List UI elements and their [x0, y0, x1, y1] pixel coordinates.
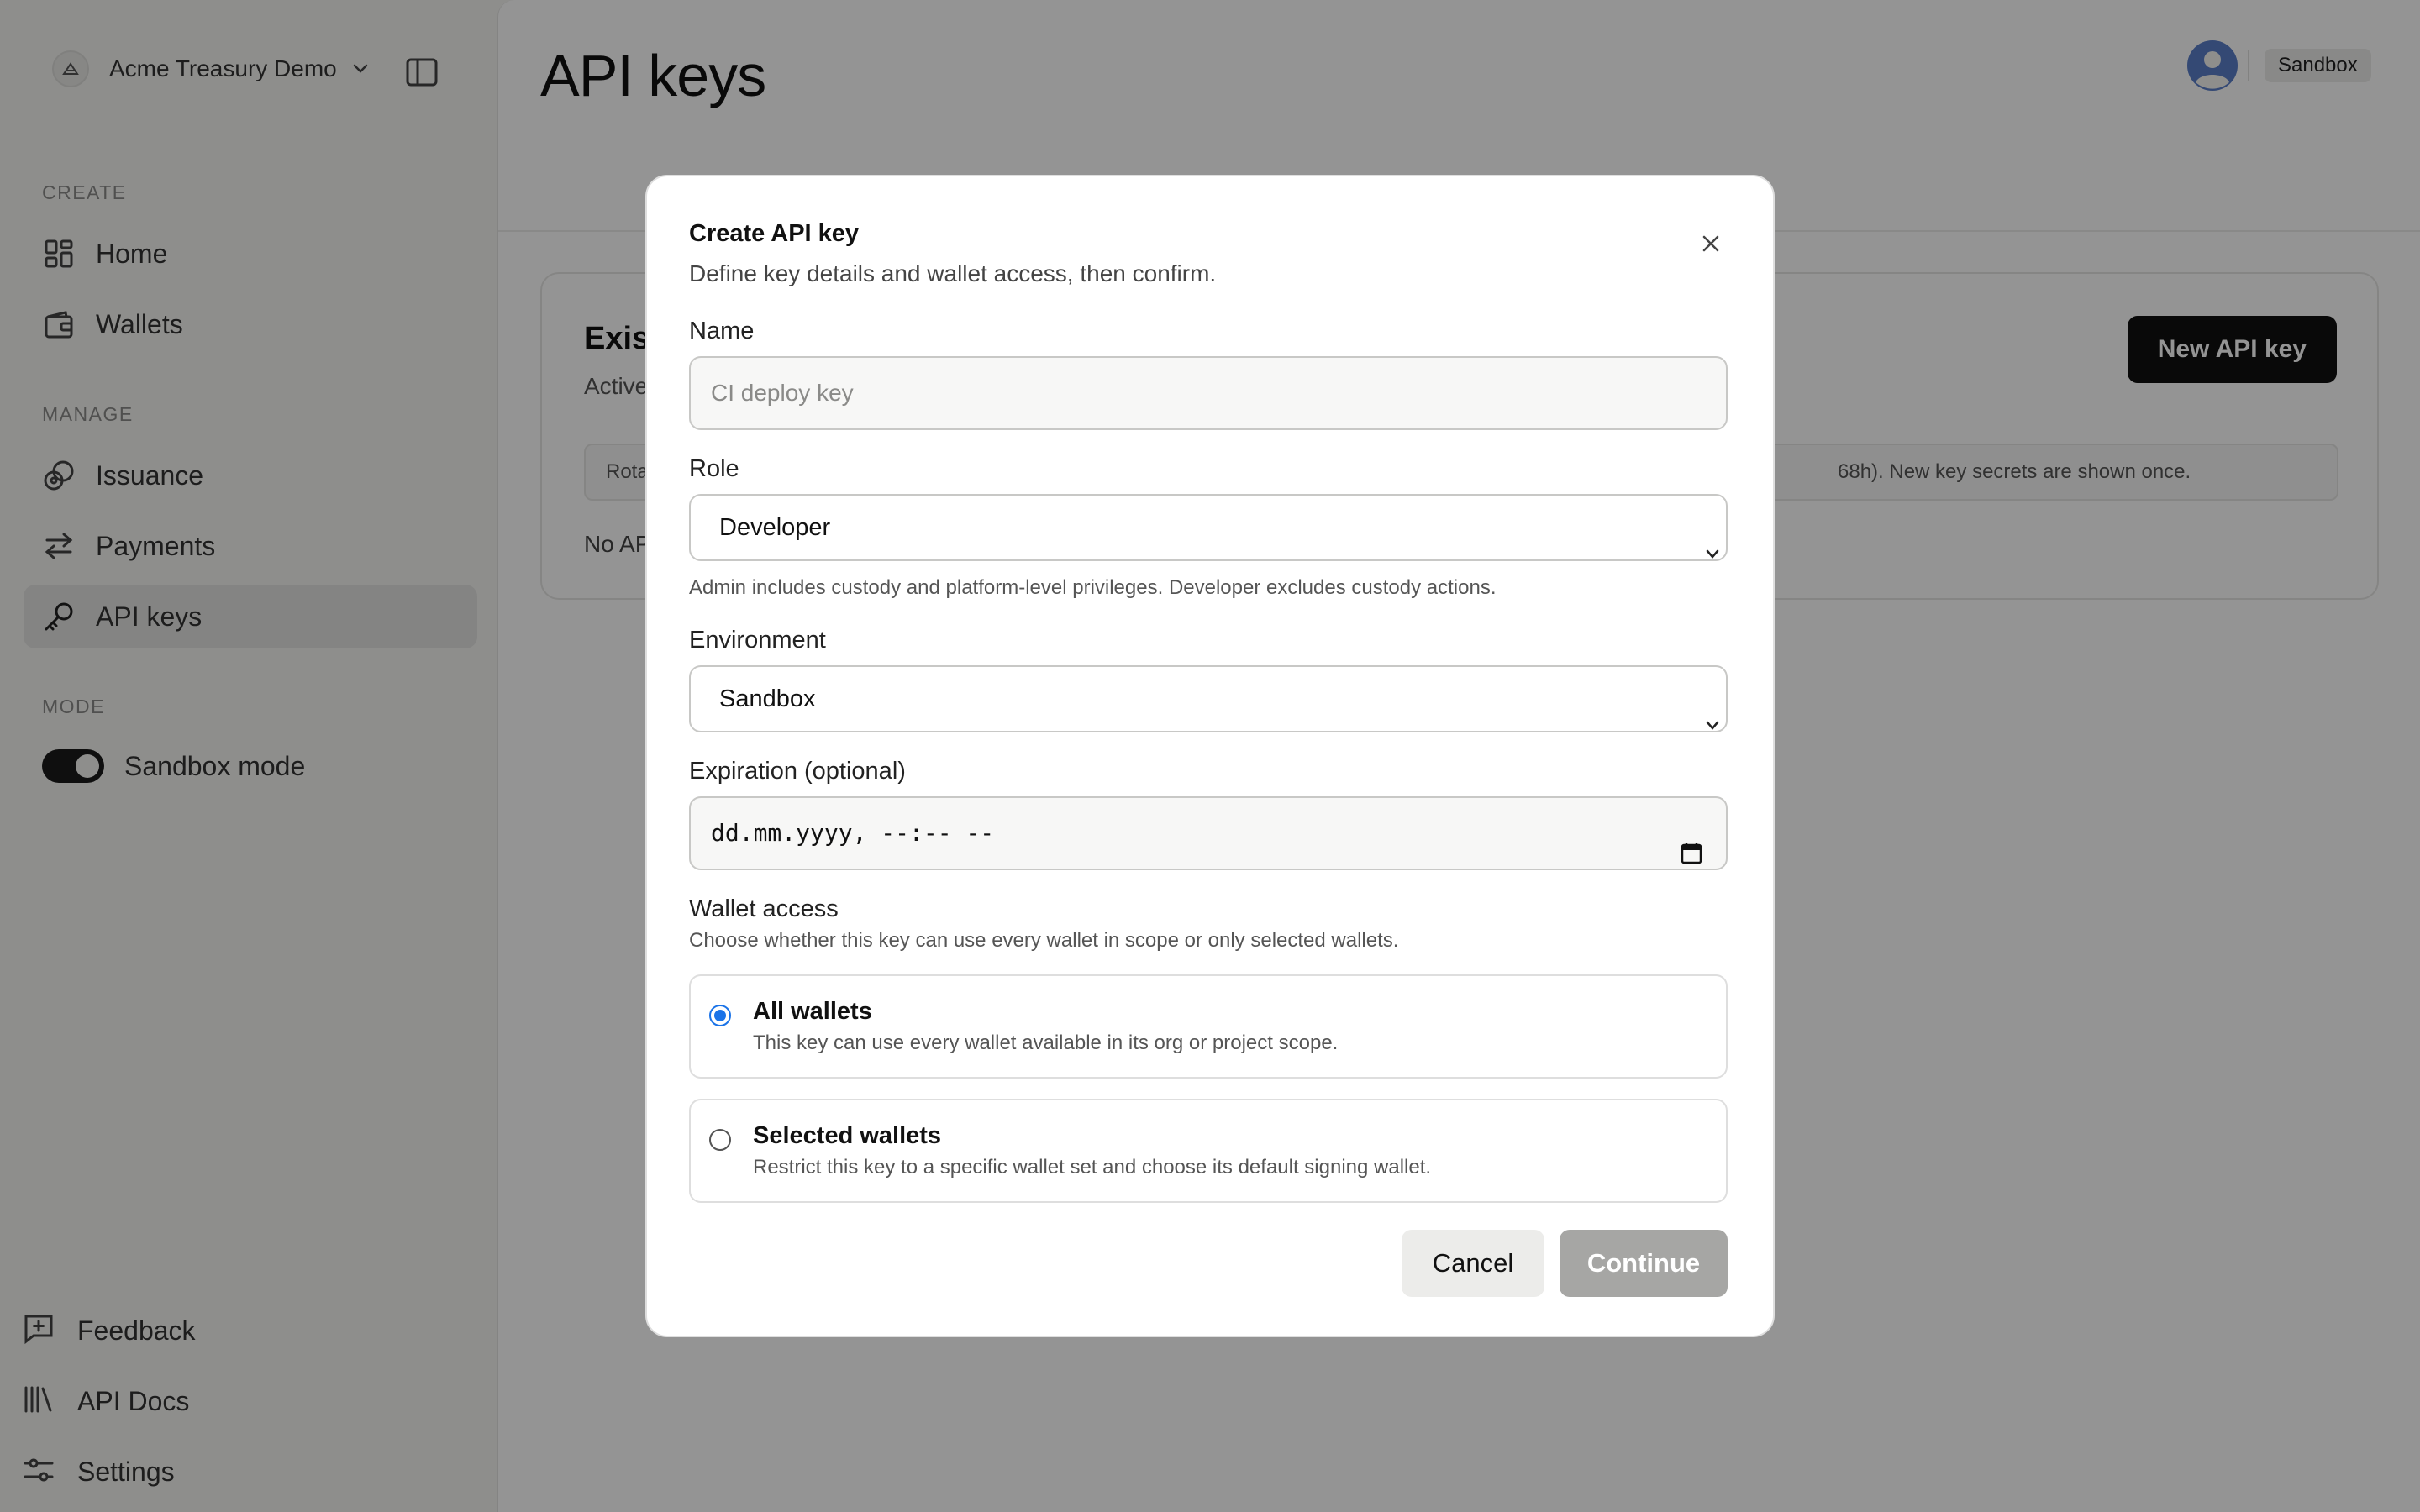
dialog-title: Create API key: [689, 220, 860, 247]
environment-label: Environment: [689, 627, 826, 654]
expiration-datetime-input[interactable]: dd.mm.yyyy, --:-- --: [689, 796, 1728, 870]
selected-wallets-radio[interactable]: [709, 1129, 731, 1151]
environment-select[interactable]: Sandbox: [689, 665, 1728, 732]
expiration-label: Expiration (optional): [689, 758, 906, 785]
wallet-access-title: Wallet access: [689, 895, 839, 922]
role-label: Role: [689, 455, 739, 482]
role-select[interactable]: Developer: [689, 494, 1728, 561]
role-select-value: Developer: [719, 514, 831, 541]
continue-button[interactable]: Continue: [1560, 1230, 1728, 1297]
name-input[interactable]: CI deploy key: [689, 356, 1728, 430]
wallet-access-hint: Choose whether this key can use every wa…: [689, 929, 1399, 952]
cancel-button[interactable]: Cancel: [1402, 1230, 1544, 1297]
option-description: Restrict this key to a specific wallet s…: [753, 1156, 1432, 1179]
all-wallets-radio[interactable]: [709, 1005, 731, 1026]
role-hint: Admin includes custody and platform-leve…: [689, 576, 1497, 599]
option-all-wallets[interactable]: All wallets This key can use every walle…: [689, 974, 1728, 1079]
name-label: Name: [689, 318, 755, 344]
option-description: This key can use every wallet available …: [753, 1032, 1339, 1054]
create-api-key-dialog: Create API key Define key details and wa…: [645, 175, 1775, 1337]
environment-select-value: Sandbox: [719, 685, 816, 712]
chevron-down-icon: [1704, 692, 1721, 756]
chevron-down-icon: [1704, 521, 1721, 585]
calendar-icon[interactable]: [1681, 822, 1702, 892]
option-title: All wallets: [753, 998, 872, 1025]
expiration-value: dd.mm.yyyy, --:-- --: [711, 819, 995, 847]
option-selected-wallets[interactable]: Selected wallets Restrict this key to a …: [689, 1099, 1728, 1203]
close-icon[interactable]: [1694, 227, 1728, 260]
dialog-subtitle: Define key details and wallet access, th…: [689, 260, 1217, 286]
option-title: Selected wallets: [753, 1122, 942, 1149]
